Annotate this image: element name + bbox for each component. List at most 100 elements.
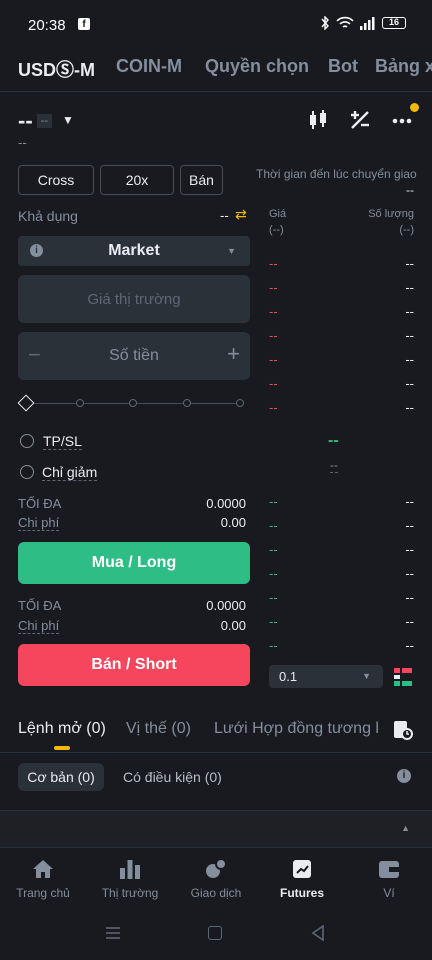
subtab-basic[interactable]: Cơ bản (0) — [18, 763, 104, 791]
tab-options[interactable]: Quyền chọn — [205, 56, 309, 77]
more-options-icon[interactable] — [390, 108, 414, 132]
caret-down-icon: ▼ — [61, 113, 74, 127]
header-divider — [0, 91, 432, 92]
nav-home[interactable]: Trang chủ — [3, 858, 83, 900]
tab-open-orders[interactable]: Lệnh mở (0) — [18, 720, 106, 738]
nav-trade-label: Giao dịch — [190, 886, 242, 900]
tick-size-value: 0.1 — [279, 669, 298, 684]
ask-row[interactable]: -- -- — [269, 324, 414, 348]
recent-apps-icon[interactable] — [105, 925, 121, 946]
amount-placeholder: Số tiền — [109, 347, 159, 364]
symbol-change: -- — [18, 135, 27, 150]
slider-step-75[interactable] — [183, 399, 191, 407]
price-input[interactable]: Giá thị trường — [18, 275, 250, 323]
ask-row[interactable]: -- -- — [269, 372, 414, 396]
subtab-conditional[interactable]: Có điều kiện (0) — [123, 769, 222, 785]
bid-row[interactable]: -- -- — [269, 586, 414, 610]
sell-cost-label[interactable]: Chi phí — [18, 618, 60, 634]
leverage-button[interactable]: 20x — [100, 165, 174, 195]
sell-short-button[interactable]: Bán / Short — [18, 644, 250, 686]
orderbook-qty-header: Số lượng — [368, 208, 414, 220]
slider-step-25[interactable] — [76, 399, 84, 407]
orderbook-layout-icon[interactable] — [393, 667, 413, 692]
buy-long-button[interactable]: Mua / Long — [18, 542, 250, 584]
slider-step-50[interactable] — [129, 399, 137, 407]
order-type-value: Market — [108, 242, 160, 259]
tabs-divider — [0, 752, 432, 753]
nav-wallet[interactable]: Ví — [349, 858, 429, 900]
orderbook-qty-unit: (--) — [399, 224, 414, 236]
status-bar: 20:38 f 16 — [0, 0, 432, 52]
tab-coin-m[interactable]: COIN-M — [116, 56, 182, 77]
nav-home-label: Trang chủ — [16, 886, 70, 900]
delivery-time-label: Thời gian đến lúc chuyển giao — [256, 167, 417, 181]
mid-price: -- — [328, 432, 339, 449]
tab-futures-grid[interactable]: Lưới Hợp đồng tương l — [214, 720, 382, 738]
bid-row[interactable]: -- -- — [269, 514, 414, 538]
delivery-time-value: -- — [406, 183, 414, 197]
tpsl-checkbox[interactable] — [20, 434, 34, 448]
active-tab-indicator — [54, 746, 70, 750]
tab-positions[interactable]: Vị thế (0) — [126, 720, 191, 738]
wallet-icon — [349, 858, 429, 880]
clock: 20:38 — [28, 17, 66, 34]
reduce-only-label[interactable]: Chỉ giảm — [42, 464, 98, 481]
plus-icon[interactable]: + — [227, 341, 240, 367]
tpsl-label[interactable]: TP/SL — [43, 433, 82, 450]
ask-row[interactable]: -- -- — [269, 396, 414, 420]
info-icon[interactable]: i — [397, 769, 411, 783]
home-icon — [3, 858, 83, 880]
margin-mode-button[interactable]: Cross — [18, 165, 94, 195]
candlestick-chart-icon[interactable] — [306, 108, 330, 132]
wifi-icon — [336, 16, 354, 28]
bid-row[interactable]: -- -- — [269, 490, 414, 514]
nav-futures[interactable]: Futures — [262, 858, 342, 900]
signal-icon — [360, 17, 375, 30]
sell-max-label: TỐI ĐA — [18, 598, 62, 613]
ask-row[interactable]: -- -- — [269, 300, 414, 324]
tick-size-select[interactable]: 0.1 ▼ — [269, 665, 383, 688]
bluetooth-icon — [321, 16, 329, 30]
ask-row[interactable]: -- -- — [269, 348, 414, 372]
percent-calculator-icon[interactable] — [348, 108, 372, 132]
nav-markets[interactable]: Thị trường — [90, 858, 170, 900]
reduce-only-checkbox[interactable] — [20, 465, 34, 479]
transfer-icon[interactable]: ⇄ — [235, 206, 247, 223]
slider-handle[interactable] — [17, 394, 35, 412]
back-icon[interactable] — [310, 924, 326, 946]
buy-max-label: TỐI ĐA — [18, 496, 62, 511]
nav-markets-label: Thị trường — [101, 886, 159, 900]
order-type-select[interactable]: i Market ▼ — [18, 236, 250, 266]
symbol-badge: -- — [36, 114, 52, 128]
amount-input[interactable]: − Số tiền + — [18, 332, 250, 380]
facebook-notification-icon: f — [78, 18, 90, 30]
ask-row[interactable]: -- -- — [269, 252, 414, 276]
bid-row[interactable]: -- -- — [269, 610, 414, 634]
chevron-up-icon[interactable]: ▲ — [401, 823, 410, 833]
sell-cost-value: 0.00 — [220, 618, 246, 633]
futures-icon — [262, 858, 342, 880]
mark-price[interactable]: -- — [330, 458, 338, 473]
ask-row[interactable]: -- -- — [269, 276, 414, 300]
bid-row[interactable]: -- -- — [269, 538, 414, 562]
minus-icon[interactable]: − — [28, 342, 41, 368]
nav-wallet-label: Ví — [383, 886, 395, 900]
slider-step-100[interactable] — [236, 399, 244, 407]
nav-trade[interactable]: Giao dịch — [176, 858, 256, 900]
nav-futures-label: Futures — [279, 886, 324, 900]
buy-max-value: 0.0000 — [206, 496, 246, 511]
home-button-icon[interactable] — [208, 926, 222, 940]
bid-row[interactable]: -- -- — [269, 562, 414, 586]
tab-table[interactable]: Bảng x — [375, 56, 432, 77]
buy-cost-label[interactable]: Chi phí — [18, 515, 60, 531]
available-label: Khả dụng — [18, 208, 78, 224]
order-history-icon[interactable] — [393, 720, 413, 745]
trade-icon — [176, 858, 256, 880]
bid-row[interactable]: -- -- — [269, 634, 414, 658]
tab-bot[interactable]: Bot — [328, 56, 358, 77]
symbol-selector[interactable]: -- -- ▼ — [18, 108, 74, 134]
position-mode-button[interactable]: Bán — [180, 165, 223, 195]
collapsible-panel[interactable]: ▲ — [0, 810, 432, 848]
tab-usds-m[interactable]: USDⓈ-M — [18, 56, 95, 82]
status-icons: 16 — [320, 16, 406, 30]
